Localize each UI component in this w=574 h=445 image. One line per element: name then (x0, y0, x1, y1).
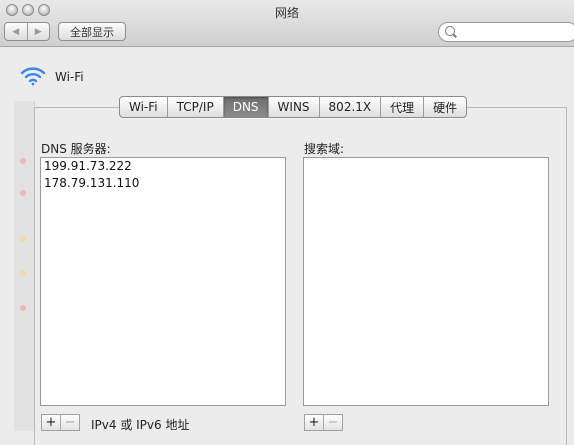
search-domain-add-remove: + − (304, 414, 343, 431)
dns-servers-list[interactable]: 199.91.73.222 178.79.131.110 (40, 157, 286, 406)
list-item[interactable]: 178.79.131.110 (41, 175, 285, 192)
status-dot-icon (20, 158, 26, 164)
add-search-domain-button[interactable]: + (305, 415, 324, 430)
status-dot-icon (20, 236, 26, 242)
remove-search-domain-button[interactable]: − (324, 415, 342, 430)
wifi-icon (20, 67, 46, 86)
tab-proxies[interactable]: 代理 (381, 97, 425, 117)
window-title: 网络 (274, 6, 299, 20)
search-input[interactable] (438, 22, 574, 42)
tab-wifi[interactable]: Wi-Fi (120, 97, 168, 117)
search-domains-list[interactable] (303, 157, 549, 406)
forward-arrow-icon[interactable]: ▶ (28, 23, 50, 40)
title-bar: 网络 ◀ ▶ 全部显示 (0, 0, 574, 47)
add-dns-server-button[interactable]: + (42, 415, 61, 430)
status-dot-icon (20, 305, 26, 311)
search-domains-label: 搜索域: (304, 142, 345, 156)
dns-server-add-remove: + − (41, 414, 80, 431)
back-arrow-icon[interactable]: ◀ (5, 23, 28, 40)
tab-wins[interactable]: WINS (269, 97, 320, 117)
tab-hardware[interactable]: 硬件 (424, 97, 466, 117)
remove-dns-server-button[interactable]: − (61, 415, 79, 430)
settings-tab-bar: Wi-Fi TCP/IP DNS WINS 802.1X 代理 硬件 (119, 96, 468, 118)
interface-name: Wi-Fi (55, 70, 84, 84)
dns-servers-label: DNS 服务器: (41, 142, 111, 156)
service-list-background (14, 101, 35, 431)
dns-address-hint: IPv4 或 IPv6 地址 (91, 418, 190, 432)
list-item[interactable]: 199.91.73.222 (41, 158, 285, 175)
back-forward-control[interactable]: ◀ ▶ (4, 22, 50, 41)
status-dot-icon (20, 270, 26, 276)
show-all-button[interactable]: 全部显示 (58, 22, 126, 41)
tab-dns[interactable]: DNS (223, 97, 269, 117)
search-icon (445, 26, 455, 36)
tab-802-1x[interactable]: 802.1X (320, 97, 382, 117)
status-dot-icon (20, 190, 26, 196)
tab-tcp-ip[interactable]: TCP/IP (168, 97, 224, 117)
